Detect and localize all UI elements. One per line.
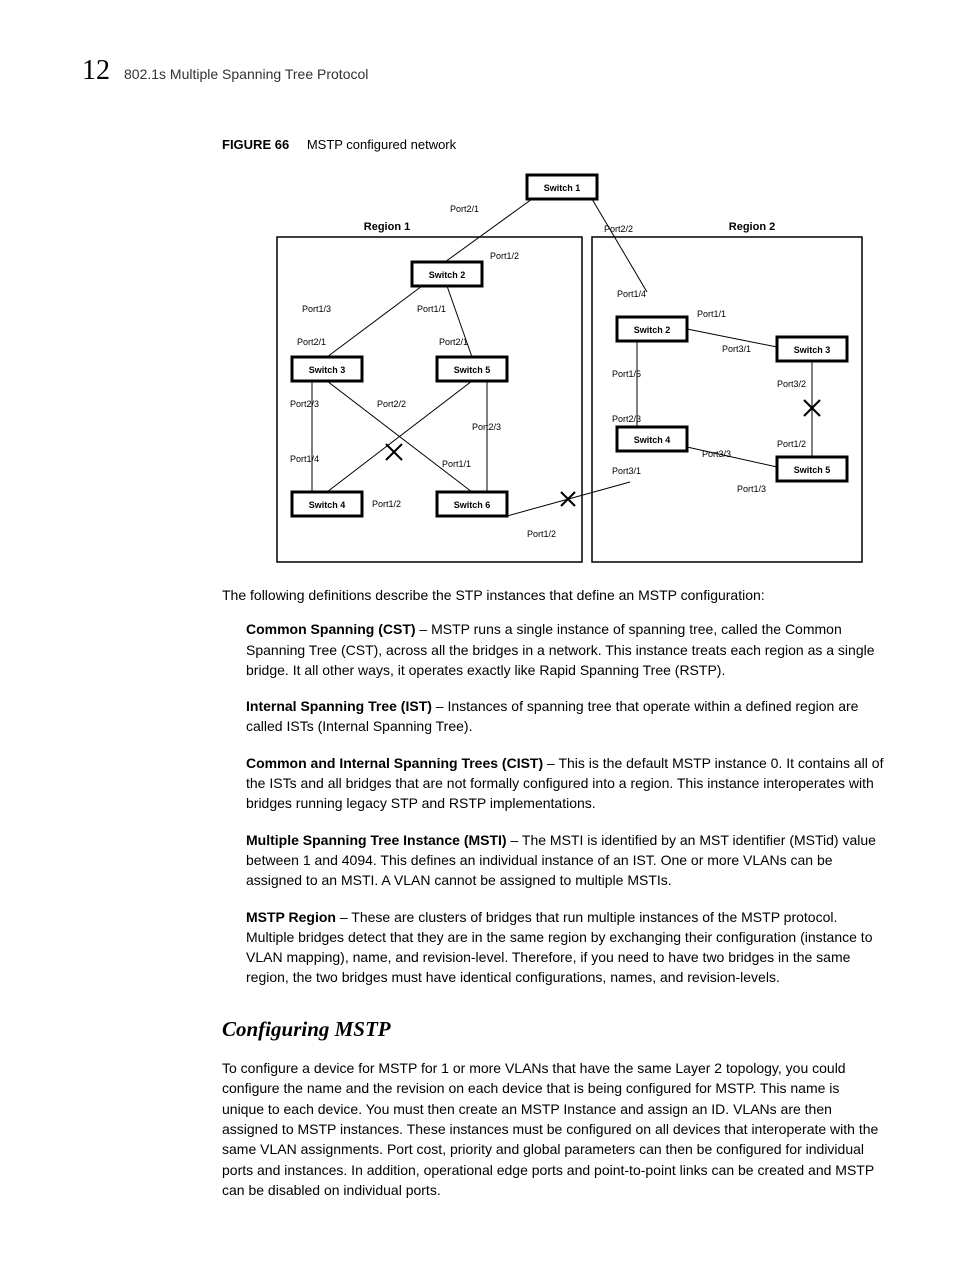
section-paragraph: To configure a device for MSTP for 1 or …: [222, 1058, 884, 1200]
region-label: Region 2: [729, 221, 775, 233]
port-label: Port2/1: [450, 204, 479, 214]
running-head: 12 802.1s Multiple Spanning Tree Protoco…: [82, 55, 894, 87]
port-label: Port1/1: [442, 459, 471, 469]
definitions-block: Common Spanning (CST) – MSTP runs a sing…: [246, 619, 884, 987]
body-text: The following definitions describe the S…: [222, 585, 884, 1200]
switch-label: Switch 4: [309, 500, 346, 510]
port-label: Port2/2: [377, 399, 406, 409]
definition-text: – These are clusters of bridges that run…: [246, 909, 872, 986]
switch-label: Switch 3: [794, 345, 831, 355]
port-label: Port1/2: [777, 439, 806, 449]
figure-caption-text: MSTP configured network: [307, 137, 456, 152]
definition-term: Common and Internal Spanning Trees (CIST…: [246, 755, 543, 771]
definition-term: Common Spanning (CST): [246, 621, 416, 637]
definition-term: Internal Spanning Tree (IST): [246, 698, 432, 714]
definition-item: Internal Spanning Tree (IST) – Instances…: [246, 696, 884, 737]
definition-item: Common Spanning (CST) – MSTP runs a sing…: [246, 619, 884, 680]
port-label: Port2/1: [439, 337, 468, 347]
port-label: Port1/1: [697, 309, 726, 319]
port-label: Port1/2: [527, 529, 556, 539]
page: 12 802.1s Multiple Spanning Tree Protoco…: [0, 0, 954, 1276]
port-label: Port3/1: [612, 466, 641, 476]
switch-label: Switch 5: [454, 365, 491, 375]
figure-label: FIGURE 66: [222, 137, 289, 152]
port-label: Port1/3: [302, 304, 331, 314]
switch-label: Switch 3: [309, 365, 346, 375]
figure-caption: FIGURE 66 MSTP configured network: [222, 137, 894, 152]
switch-label: Switch 1: [544, 183, 581, 193]
chapter-number: 12: [82, 55, 110, 87]
definition-item: MSTP Region – These are clusters of brid…: [246, 907, 884, 988]
port-label: Port1/3: [737, 484, 766, 494]
switch-label: Switch 6: [454, 500, 491, 510]
diagram: Switch 1 Port2/1 Port2/2 Region 1 Region…: [272, 162, 894, 567]
port-label: Port1/1: [417, 304, 446, 314]
mstp-diagram-svg: Switch 1 Port2/1 Port2/2 Region 1 Region…: [272, 162, 872, 567]
figure-block: FIGURE 66 MSTP configured network Switch…: [222, 137, 894, 567]
port-label: Port1/4: [290, 454, 319, 464]
port-label: Port1/4: [617, 289, 646, 299]
port-label: Port1/5: [612, 369, 641, 379]
port-label: Port3/1: [722, 344, 751, 354]
definition-term: MSTP Region: [246, 909, 336, 925]
definition-term: Multiple Spanning Tree Instance (MSTI): [246, 832, 507, 848]
section-heading: Configuring MSTP: [222, 1014, 884, 1044]
switch-label: Switch 2: [634, 325, 671, 335]
port-label: Port2/2: [604, 224, 633, 234]
definition-item: Common and Internal Spanning Trees (CIST…: [246, 753, 884, 814]
definition-item: Multiple Spanning Tree Instance (MSTI) –…: [246, 830, 884, 891]
switch-label: Switch 5: [794, 465, 831, 475]
intro-paragraph: The following definitions describe the S…: [222, 585, 884, 605]
port-label: Port2/1: [297, 337, 326, 347]
port-label: Port2/3: [290, 399, 319, 409]
port-label: Port3/3: [702, 449, 731, 459]
switch-label: Switch 4: [634, 435, 671, 445]
running-title: 802.1s Multiple Spanning Tree Protocol: [124, 66, 368, 82]
port-label: Port1/2: [372, 499, 401, 509]
port-label: Port1/2: [490, 251, 519, 261]
port-label: Port3/2: [777, 379, 806, 389]
port-label: Port2/3: [612, 414, 641, 424]
region-label: Region 1: [364, 221, 410, 233]
switch-label: Switch 2: [429, 270, 466, 280]
